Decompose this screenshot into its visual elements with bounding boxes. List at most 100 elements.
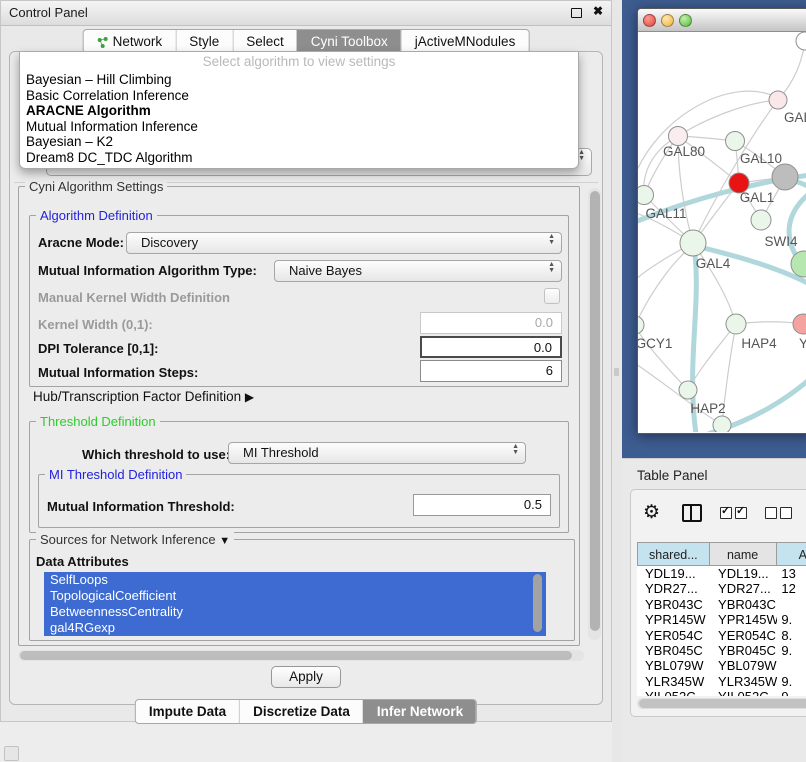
- divider-handle-icon[interactable]: [614, 368, 619, 376]
- mi-type-select[interactable]: Naive Bayes ▲▼: [274, 260, 562, 282]
- column-header-shared-[interactable]: shared...: [637, 542, 710, 566]
- collapse-down-icon[interactable]: ▼: [219, 535, 230, 547]
- network-node-hap2[interactable]: [679, 381, 697, 399]
- table-row[interactable]: YDL19...YDL19...13: [637, 566, 806, 581]
- network-node-gal4[interactable]: [680, 230, 706, 256]
- node-label: HAP4: [741, 336, 777, 351]
- close-icon[interactable]: ✖: [593, 4, 603, 18]
- algorithm-option[interactable]: Mutual Information Inference: [20, 119, 578, 135]
- settings-vertical-scrollbar[interactable]: [588, 188, 601, 640]
- table-cell: [777, 658, 806, 673]
- column-header-name[interactable]: name: [710, 542, 777, 566]
- network-graph[interactable]: GALGAL80GAL10GAL1GAL11SWI4GAL4GCY1HAP4YH…: [638, 32, 806, 432]
- stepper-arrows-icon: ▲▼: [548, 262, 555, 274]
- expand-right-icon[interactable]: ▶: [245, 390, 254, 404]
- table-cell: 13: [777, 566, 806, 581]
- network-node-gal[interactable]: [769, 91, 787, 109]
- network-node[interactable]: [772, 164, 798, 190]
- close-traffic-light-icon[interactable]: [643, 14, 656, 27]
- tab-network[interactable]: Network: [84, 30, 176, 53]
- network-edge[interactable]: [638, 245, 693, 325]
- network-node-swi4[interactable]: [751, 210, 771, 230]
- table-row[interactable]: YPR145WYPR145W9.: [637, 612, 806, 627]
- table-row[interactable]: YIL052CYIL052C9: [637, 689, 806, 696]
- split-columns-icon[interactable]: [682, 504, 702, 522]
- checkboxes-unchecked-icon[interactable]: [765, 507, 792, 519]
- checkboxes-checked-icon[interactable]: [720, 507, 747, 519]
- table-panel-body: ⚙ shared...nameAYDL19...YDL19...13YDR27.…: [630, 489, 806, 717]
- network-view-window: GALGAL80GAL10GAL1GAL11SWI4GAL4GCY1HAP4YH…: [637, 8, 806, 434]
- table-header-row: shared...nameA: [637, 542, 806, 566]
- network-node-gal10[interactable]: [726, 132, 745, 151]
- aracne-mode-select[interactable]: Discovery ▲▼: [126, 232, 562, 254]
- tab-jactivemnodules[interactable]: jActiveMNodules: [401, 30, 529, 53]
- table-cell: 12: [777, 581, 806, 596]
- network-edge[interactable]: [678, 100, 778, 136]
- mi-threshold-field[interactable]: 0.5: [413, 494, 551, 516]
- algorithm-option[interactable]: ARACNE Algorithm: [20, 103, 578, 119]
- table-cell: YLR345W: [637, 674, 710, 689]
- table-row[interactable]: YER054CYER054C8.: [637, 628, 806, 643]
- network-node-gal11[interactable]: [638, 186, 654, 205]
- dpi-tolerance-field[interactable]: 0.0: [420, 336, 562, 358]
- algorithm-definition-group: Algorithm Definition Aracne Mode: Discov…: [29, 215, 569, 387]
- network-canvas[interactable]: GALGAL80GAL10GAL1GAL11SWI4GAL4GCY1HAP4YH…: [638, 32, 806, 432]
- network-node[interactable]: [713, 416, 731, 432]
- table-cell: 9: [777, 689, 806, 696]
- table-row[interactable]: YDR27...YDR27...12: [637, 581, 806, 596]
- network-edge[interactable]: [778, 42, 805, 100]
- bottom-tab-infer-network[interactable]: Infer Network: [363, 700, 476, 723]
- table-cell: YDR27...: [710, 581, 777, 596]
- attribute-list-item[interactable]: SelfLoops: [44, 572, 546, 588]
- split-divider[interactable]: [612, 0, 622, 762]
- kernel-width-field[interactable]: 0.0: [420, 312, 562, 334]
- zoom-traffic-light-icon[interactable]: [679, 14, 692, 27]
- sources-group-title[interactable]: Sources for Network Inference ▼: [36, 532, 234, 547]
- float-window-icon[interactable]: [571, 8, 582, 18]
- cyni-algorithm-settings-group: Cyni Algorithm Settings Algorithm Defini…: [18, 186, 580, 646]
- attribute-list-item[interactable]: gal4RGexp: [44, 620, 546, 636]
- bottom-tab-impute-data[interactable]: Impute Data: [136, 700, 239, 723]
- mi-steps-field[interactable]: 6: [420, 360, 562, 382]
- tab-select[interactable]: Select: [232, 30, 297, 53]
- network-node-hap4[interactable]: [726, 314, 746, 334]
- tab-cyni-toolbox[interactable]: Cyni Toolbox: [297, 30, 401, 53]
- algorithm-option[interactable]: Bayesian – Hill Climbing: [20, 72, 578, 88]
- table-horizontal-scrollbar[interactable]: [637, 698, 806, 709]
- network-window-titlebar[interactable]: [638, 9, 806, 32]
- aracne-mode-value: Discovery: [127, 233, 561, 253]
- apply-button[interactable]: Apply: [271, 666, 341, 688]
- which-threshold-value: MI Threshold: [229, 443, 525, 463]
- table-row[interactable]: YBR045CYBR045C9.: [637, 643, 806, 658]
- table-row[interactable]: YBL079WYBL079W: [637, 658, 806, 673]
- data-attributes-label: Data Attributes: [36, 554, 129, 569]
- node-label: GCY1: [638, 336, 672, 351]
- network-node[interactable]: [796, 32, 806, 50]
- attribute-list-item[interactable]: TopologicalCoefficient: [44, 588, 546, 604]
- resize-grip-icon[interactable]: [4, 746, 19, 761]
- table-cell: 8.: [777, 628, 806, 643]
- algorithm-option[interactable]: Bayesian – K2: [20, 134, 578, 150]
- minimize-traffic-light-icon[interactable]: [661, 14, 674, 27]
- algorithm-option[interactable]: Dream8 DC_TDC Algorithm: [20, 150, 578, 166]
- network-node-y[interactable]: [793, 314, 806, 334]
- list-scrollbar[interactable]: [533, 574, 542, 632]
- network-node-gcy1[interactable]: [638, 316, 644, 334]
- algorithm-option[interactable]: Basic Correlation Inference: [20, 88, 578, 104]
- settings-gear-icon[interactable]: ⚙: [643, 502, 660, 524]
- manual-kernel-checkbox[interactable]: [544, 288, 560, 304]
- network-edge[interactable]: [638, 91, 778, 180]
- network-node-gal80[interactable]: [669, 127, 688, 146]
- bottom-tab-discretize-data[interactable]: Discretize Data: [239, 700, 363, 723]
- which-threshold-label: Which threshold to use:: [82, 447, 230, 462]
- tab-label: Cyni Toolbox: [311, 34, 388, 49]
- tab-style[interactable]: Style: [175, 30, 232, 53]
- table-row[interactable]: YLR345WYLR345W9.: [637, 674, 806, 689]
- attribute-list-item[interactable]: BetweennessCentrality: [44, 604, 546, 620]
- settings-horizontal-scrollbar[interactable]: [18, 650, 584, 661]
- hub-definition-expander[interactable]: Hub/Transcription Factor Definition ▶: [33, 389, 254, 404]
- table-row[interactable]: YBR043CYBR043C: [637, 597, 806, 612]
- column-header-a[interactable]: A: [777, 542, 806, 566]
- table-panel-title: Table Panel: [622, 459, 806, 483]
- which-threshold-select[interactable]: MI Threshold ▲▼: [228, 442, 526, 464]
